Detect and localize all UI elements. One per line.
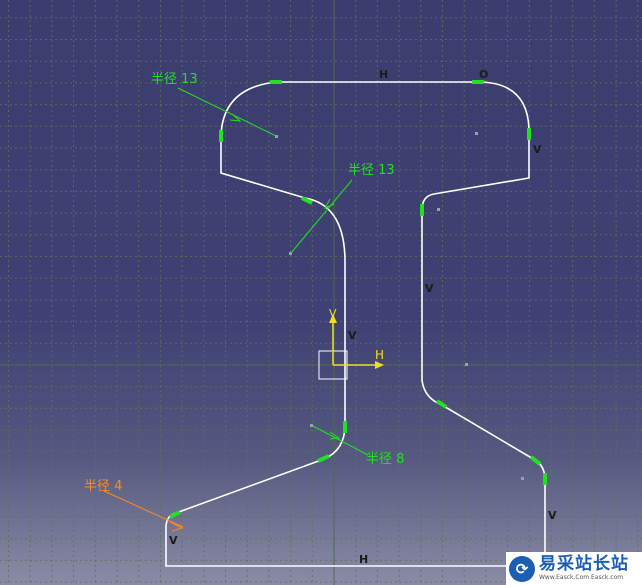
watermark-logo-icon: ⟳: [509, 555, 535, 582]
radius-dimension-web-top[interactable]: 半径 13: [348, 164, 395, 178]
axis-h-arrow: [375, 361, 384, 369]
origin-axis: [318, 314, 384, 380]
constraint-tangent-top[interactable]: O: [479, 69, 488, 81]
radius-leader: [177, 87, 277, 137]
constraint-horizontal-bottom[interactable]: H: [359, 554, 368, 566]
radius-dimension-web-bottom[interactable]: 半径 8: [366, 453, 404, 467]
constraint-horizontal-top[interactable]: H: [379, 69, 388, 81]
watermark-text: 易采站长站 Www.Easck.Com Easck.com: [539, 555, 629, 582]
arc-center-point: [465, 363, 468, 366]
arc-center-point: [475, 132, 478, 135]
arc-center-point: [310, 424, 313, 427]
radius-dimension-top-left[interactable]: 半径 13: [151, 73, 198, 87]
axis-v-label: V: [329, 307, 337, 320]
rail-profile[interactable]: [165, 81, 546, 567]
constraint-vertical-web-right[interactable]: V: [425, 283, 434, 295]
dimension-leaders: [177, 87, 369, 456]
tangency-marker: [317, 454, 330, 463]
arc-center-point: [521, 477, 524, 480]
axis-h-label: H: [375, 348, 385, 362]
dimension-leader-active: [103, 490, 184, 532]
sketch-viewport[interactable]: 半径 13 半径 13 半径 8 半径 4 H O V V V V V H V …: [0, 0, 642, 585]
tangency-marker: [529, 455, 542, 466]
constraint-vertical-web-left[interactable]: V: [348, 330, 357, 342]
tangency-marker: [169, 510, 181, 519]
constraint-vertical-right-top[interactable]: V: [533, 144, 542, 156]
radius-dimension-foot[interactable]: 半径 4: [84, 480, 122, 494]
watermark-url: Www.Easck.Com Easck.com: [539, 574, 624, 581]
radius-leader: [103, 490, 184, 528]
watermark-title: 易采站长站: [539, 554, 629, 574]
sketch-canvas[interactable]: [0, 0, 642, 585]
constraint-vertical-left-bottom[interactable]: V: [169, 535, 178, 547]
constraint-vertical-right-bottom[interactable]: V: [548, 510, 557, 522]
tangency-marker: [435, 399, 448, 409]
arc-center-point: [437, 208, 440, 211]
watermark: ⟳ 易采站长站 Www.Easck.Com Easck.com: [506, 552, 642, 585]
